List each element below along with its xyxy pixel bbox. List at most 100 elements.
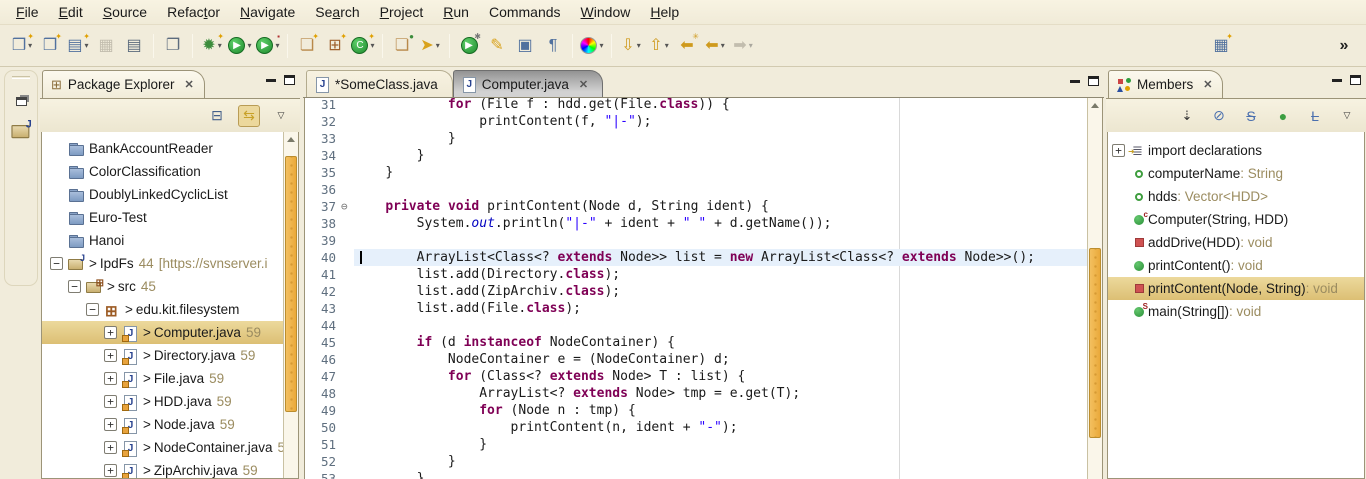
member-import-declarations[interactable]: +import declarations [1108, 139, 1364, 162]
code-line-body[interactable]: } [354, 453, 1102, 470]
new-class-button[interactable]: C✦▾ [350, 33, 376, 59]
code-line-38[interactable]: 38 System.out.println("|-" + ident + " "… [305, 215, 1102, 232]
menu-item-help[interactable]: Help [640, 1, 689, 23]
editor-tab-computer-java[interactable]: Computer.java✕ [453, 70, 603, 97]
code-line-50[interactable]: 50 printContent(n, ident + "-"); [305, 419, 1102, 436]
tree-item-hdd-java[interactable]: +>HDD.java59 [42, 390, 283, 413]
tree-item-hanoi[interactable]: Hanoi [42, 229, 283, 252]
tree-item-edu-kit-filesystem[interactable]: −>edu.kit.filesystem [42, 298, 283, 321]
menu-item-edit[interactable]: Edit [49, 1, 93, 23]
scrollbar-thumb[interactable] [1089, 248, 1101, 438]
maximize-icon[interactable] [1088, 76, 1099, 86]
code-line-body[interactable]: for (Class<? extends Node> T : list) { [354, 368, 1102, 385]
code-line-body[interactable]: if (d instanceof NodeContainer) { [354, 334, 1102, 351]
restore-view-button[interactable] [9, 89, 33, 113]
member-adddrive-hdd-[interactable]: addDrive(HDD) : void [1108, 231, 1364, 254]
code-line-body[interactable]: } [354, 470, 1102, 479]
minimize-icon[interactable] [266, 77, 276, 82]
sort-button[interactable]: ⇣ [1176, 105, 1198, 127]
toolbar-overflow-button[interactable]: » [1331, 33, 1357, 59]
new-java-project-button[interactable]: ❏✦ [294, 33, 320, 59]
expander-icon[interactable]: + [104, 372, 117, 385]
package-explorer-scrollbar[interactable] [283, 132, 298, 478]
run-button[interactable]: ▶▾ [227, 33, 253, 59]
code-line-47[interactable]: 47 for (Class<? extends Node> T : list) … [305, 368, 1102, 385]
code-line-40[interactable]: 40 ArrayList<Class<? extends Node>> list… [305, 249, 1102, 266]
code-line-body[interactable]: } [354, 436, 1102, 453]
expander-icon[interactable]: + [1112, 144, 1125, 157]
code-line-45[interactable]: 45 if (d instanceof NodeContainer) { [305, 334, 1102, 351]
previous-annotation-button[interactable]: ⇧▾ [646, 33, 672, 59]
member-printcontent-[interactable]: printContent() : void [1108, 254, 1364, 277]
code-line-body[interactable]: } [354, 147, 1102, 164]
scroll-up-icon[interactable] [287, 137, 295, 142]
code-line-body[interactable]: private void printContent(Node d, String… [354, 198, 1102, 215]
code-line-body[interactable]: } [354, 130, 1102, 147]
tree-item-src[interactable]: −>src45 [42, 275, 283, 298]
tab-members[interactable]: Members ✕ [1108, 70, 1223, 98]
code-line-body[interactable]: NodeContainer e = (NodeContainer) d; [354, 351, 1102, 368]
member-hdds[interactable]: hdds : Vector<HDD> [1108, 185, 1364, 208]
link-with-editor-button[interactable]: ⇆ [238, 105, 260, 127]
code-line-body[interactable]: } [354, 164, 1102, 181]
code-line-body[interactable]: printContent(n, ident + "-"); [354, 419, 1102, 436]
tree-item-colorclassification[interactable]: ColorClassification [42, 160, 283, 183]
next-annotation-button[interactable]: ⇩▾ [618, 33, 644, 59]
close-icon[interactable]: ✕ [1203, 78, 1212, 91]
editor-tab--someclass-java[interactable]: *SomeClass.java [306, 70, 453, 97]
code-line-34[interactable]: 34 } [305, 147, 1102, 164]
expander-icon[interactable]: − [50, 257, 63, 270]
code-line-body[interactable]: ArrayList<? extends Node> tmp = e.get(T)… [354, 385, 1102, 402]
expander-icon[interactable]: + [104, 395, 117, 408]
code-line-31[interactable]: 31 for (File f : hdd.get(File.class)) { [305, 98, 1102, 113]
drag-handle[interactable] [12, 76, 30, 79]
code-line-48[interactable]: 48 ArrayList<? extends Node> tmp = e.get… [305, 385, 1102, 402]
scrollbar-thumb[interactable] [285, 156, 297, 412]
tree-item-directory-java[interactable]: +>Directory.java59 [42, 344, 283, 367]
code-line-52[interactable]: 52 } [305, 453, 1102, 470]
tab-package-explorer[interactable]: ⊞ Package Explorer ✕ [42, 70, 205, 98]
maximize-icon[interactable] [284, 75, 295, 85]
show-public-members-button[interactable]: ● [1272, 105, 1294, 127]
expander-icon[interactable]: − [68, 280, 81, 293]
menu-item-refactor[interactable]: Refactor [157, 1, 230, 23]
new-package-button[interactable]: ⊞✦ [322, 33, 348, 59]
code-area[interactable]: 31 for (File f : hdd.get(File.class)) { 3… [305, 98, 1102, 479]
member-computer-string-hdd-[interactable]: cComputer(String, HDD) [1108, 208, 1364, 231]
expander-icon[interactable]: − [86, 303, 99, 316]
open-perspective-button[interactable] [9, 119, 33, 143]
open-type-button[interactable]: ❏● [389, 33, 415, 59]
code-line-body[interactable]: for (Node n : tmp) { [354, 402, 1102, 419]
code-line-body[interactable]: list.add(File.class); [354, 300, 1102, 317]
new-view-button[interactable]: ▤✦▾ [65, 33, 91, 59]
last-edit-location-button[interactable]: ⬅✳ [674, 33, 700, 59]
editor-scrollbar[interactable] [1087, 98, 1102, 479]
tree-item-node-java[interactable]: +>Node.java59 [42, 413, 283, 436]
tree-item-doublylinkedcycliclist[interactable]: DoublyLinkedCyclicList [42, 183, 283, 206]
code-line-53[interactable]: 53 } [305, 470, 1102, 479]
debug-button[interactable]: ✹✦▾ [199, 33, 225, 59]
code-line-39[interactable]: 39 [305, 232, 1102, 249]
expander-icon[interactable]: + [104, 326, 117, 339]
tree-item-euro-test[interactable]: Euro-Test [42, 206, 283, 229]
collapse-all-button[interactable]: ⊟ [206, 105, 228, 127]
tree-item-file-java[interactable]: +>File.java59 [42, 367, 283, 390]
code-line-43[interactable]: 43 list.add(File.class); [305, 300, 1102, 317]
print-button[interactable]: ▤ [121, 33, 147, 59]
new-table-button[interactable]: ▦✦ [1208, 33, 1234, 59]
editor-content[interactable]: 31 for (File f : hdd.get(File.class)) { 3… [304, 98, 1103, 479]
code-line-body[interactable]: list.add(Directory.class); [354, 266, 1102, 283]
fold-marker[interactable]: ⊖ [341, 201, 354, 212]
view-menu-button[interactable]: ▽ [1336, 105, 1358, 127]
run-last-tool-button[interactable]: ▶✱ [456, 33, 482, 59]
color-palette-button[interactable]: ▾ [579, 33, 605, 59]
tree-item-ziparchiv-java[interactable]: +>ZipArchiv.java59 [42, 459, 283, 478]
expander-icon[interactable]: + [104, 418, 117, 431]
code-line-body[interactable]: list.add(ZipArchiv.class); [354, 283, 1102, 300]
code-line-body[interactable] [354, 232, 1102, 249]
member-main-string-[interactable]: Smain(String[]) : void [1108, 300, 1364, 323]
tree-item-ipdfs[interactable]: −>IpdFs44[https://svnserver.i [42, 252, 283, 275]
code-line-body[interactable]: System.out.println("|-" + ident + " " + … [354, 215, 1102, 232]
code-line-44[interactable]: 44 [305, 317, 1102, 334]
tree-item-bankaccountreader[interactable]: BankAccountReader [42, 137, 283, 160]
